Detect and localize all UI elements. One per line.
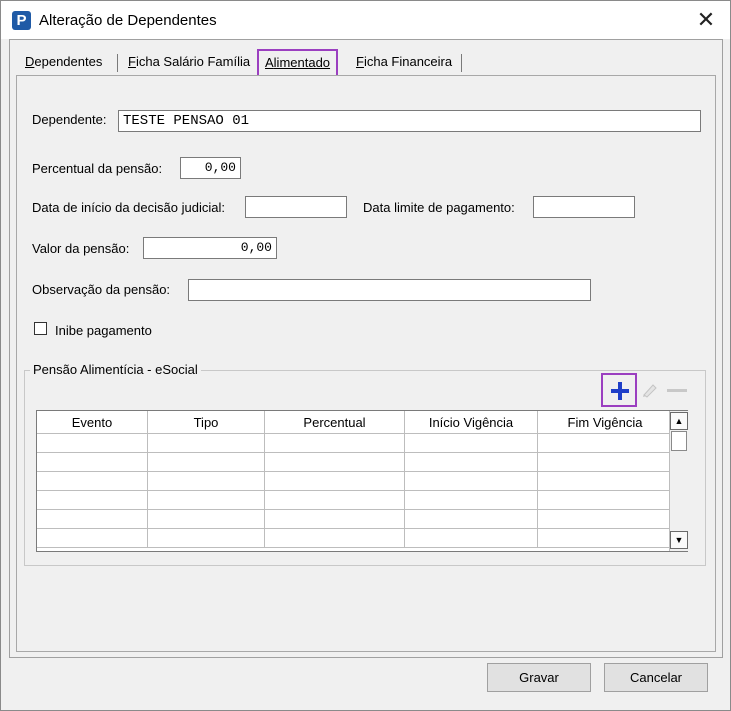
add-button[interactable] (601, 373, 637, 407)
gravar-button[interactable]: Gravar (487, 663, 591, 692)
scroll-up-icon[interactable]: ▲ (670, 412, 688, 430)
tab-separator (461, 54, 462, 72)
table-row[interactable] (37, 490, 673, 510)
vertical-scrollbar[interactable]: ▲ ▼ (669, 411, 688, 551)
tab-separator (117, 54, 118, 72)
data-inicio-label: Data de início da decisão judicial: (32, 200, 225, 215)
column-header-inicio-vigencia[interactable]: Início Vigência (404, 411, 538, 434)
tab-mnemonic: D (25, 54, 35, 69)
column-header-tipo[interactable]: Tipo (147, 411, 265, 434)
tab-mnemonic: A (265, 55, 274, 70)
table-row[interactable] (37, 471, 673, 491)
close-icon[interactable]: ✕ (691, 7, 721, 33)
scroll-thumb[interactable] (671, 431, 687, 451)
observacao-label: Observação da pensão: (32, 282, 171, 297)
inibe-pagamento-checkbox[interactable] (34, 322, 47, 335)
minus-icon[interactable] (667, 389, 687, 392)
tab-label: icha Financeira (363, 54, 453, 69)
pencil-icon[interactable] (640, 380, 660, 400)
column-header-percentual[interactable]: Percentual (264, 411, 405, 434)
column-header-fim-vigencia[interactable]: Fim Vigência (537, 411, 673, 434)
data-limite-field[interactable] (533, 196, 635, 218)
observacao-field[interactable] (188, 279, 591, 301)
tab-alimentado[interactable]: Alimentado (257, 49, 339, 77)
tab-dependentes[interactable]: Dependentes (23, 50, 104, 74)
dependente-field[interactable]: TESTE PENSAO 01 (118, 110, 701, 132)
esocial-grid: Evento Tipo Percentual Início Vigência F… (36, 410, 688, 552)
valor-field[interactable]: 0,00 (143, 237, 277, 259)
data-inicio-field[interactable] (245, 196, 347, 218)
window-title: Alteração de Dependentes (39, 12, 217, 29)
inibe-pagamento-label: Inibe pagamento (55, 323, 152, 338)
esocial-table: Evento Tipo Percentual Início Vigência F… (37, 411, 673, 548)
tab-mnemonic: F (128, 54, 136, 69)
table-row[interactable] (37, 452, 673, 472)
tab-label: ependentes (34, 54, 103, 69)
column-header-evento[interactable]: Evento (37, 411, 148, 434)
tab-ficha-salario-familia[interactable]: Ficha Salário Família (126, 50, 252, 74)
table-row[interactable] (37, 528, 673, 548)
percentual-field[interactable]: 0,00 (180, 157, 241, 179)
data-limite-label: Data limite de pagamento: (363, 200, 515, 215)
table-row[interactable] (37, 509, 673, 529)
valor-label: Valor da pensão: (32, 241, 130, 256)
dependente-label: Dependente: (32, 112, 107, 127)
tab-label: limentado (273, 55, 331, 70)
percentual-label: Percentual da pensão: (32, 161, 163, 176)
app-logo-icon: P (12, 11, 31, 30)
tab-ficha-financeira[interactable]: Ficha Financeira (354, 50, 454, 74)
tab-label: icha Salário Família (135, 54, 251, 69)
cancelar-button[interactable]: Cancelar (604, 663, 708, 692)
esocial-group-title: Pensão Alimentícia - eSocial (30, 362, 201, 377)
table-row[interactable] (37, 433, 673, 453)
tab-mnemonic: F (356, 54, 364, 69)
scroll-down-icon[interactable]: ▼ (670, 531, 688, 549)
title-bar: P Alteração de Dependentes ✕ (1, 1, 730, 39)
